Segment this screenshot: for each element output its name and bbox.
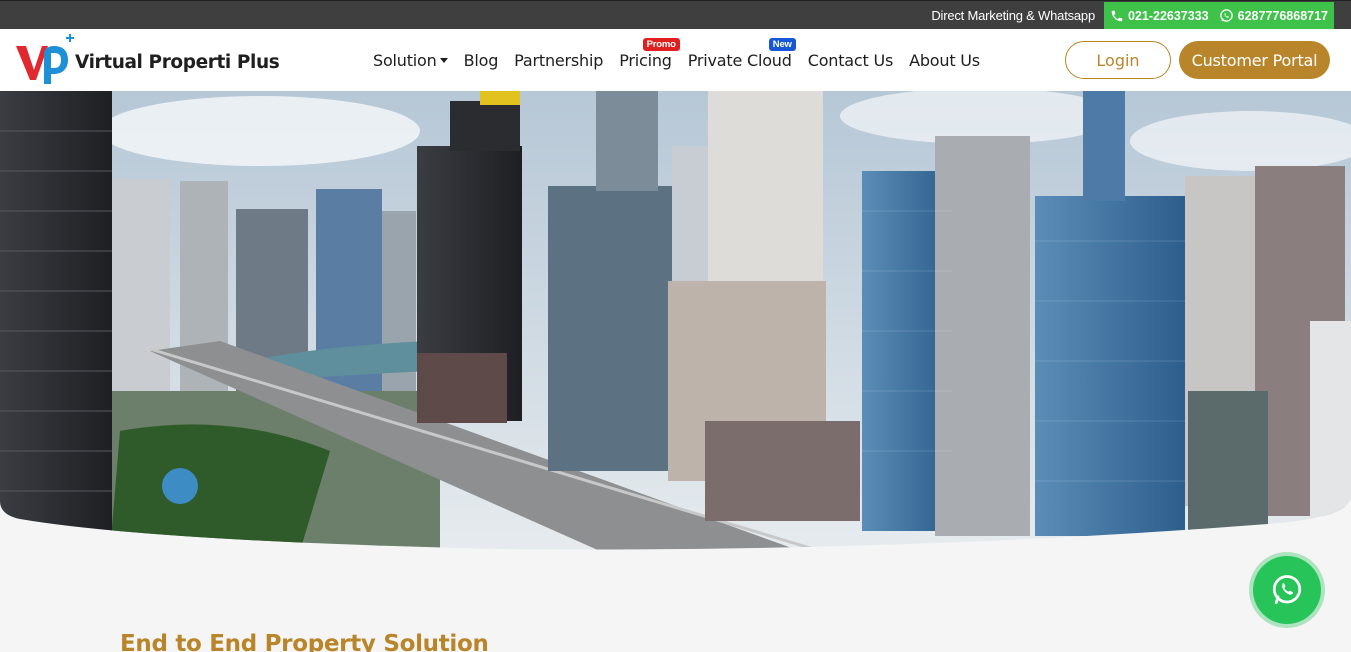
nav-pricing[interactable]: Pricing Promo (619, 38, 680, 70)
chevron-down-icon (439, 58, 448, 63)
direct-marketing-label: Direct Marketing & Whatsapp (931, 8, 1095, 23)
main-nav: Solution Blog Partnership Pricing Promo P… (373, 38, 996, 70)
nav-solution-label: Solution (373, 51, 437, 70)
contact-links: 021-22637333 6287776868717 (1103, 2, 1334, 29)
nav-private-cloud[interactable]: Private Cloud New (687, 38, 796, 70)
whatsapp-icon (1272, 575, 1302, 605)
customer-portal-button[interactable]: Customer Portal (1179, 41, 1330, 79)
nav-about-us[interactable]: About Us (909, 51, 980, 70)
phone-link[interactable]: 021-22637333 (1110, 9, 1209, 23)
whatsapp-small-icon (1219, 9, 1233, 22)
promo-badge: Promo (642, 38, 680, 51)
whatsapp-chat-button[interactable] (1253, 556, 1321, 624)
logo-text: Virtual Properti Plus (75, 52, 280, 73)
vp-logo-icon (16, 34, 74, 84)
nav-private-cloud-label: Private Cloud (687, 51, 792, 70)
phone-number: 021-22637333 (1127, 8, 1209, 23)
phone-icon (1111, 10, 1123, 21)
top-contact-bar: Direct Marketing & Whatsapp 021-22637333… (0, 0, 1351, 29)
nav-partnership[interactable]: Partnership (514, 51, 603, 70)
nav-solution[interactable]: Solution (373, 51, 448, 70)
nav-blog[interactable]: Blog (464, 51, 499, 70)
whatsapp-number: 6287776868717 (1237, 8, 1328, 23)
hero-banner (0, 91, 1351, 551)
nav-contact-us[interactable]: Contact Us (807, 51, 894, 70)
nav-contact-us-label: Contact Us (807, 51, 894, 70)
new-badge: New (768, 38, 796, 51)
city-skyline-image (0, 91, 1351, 550)
site-logo[interactable]: Virtual Properti Plus (14, 32, 280, 88)
whatsapp-link[interactable]: 6287776868717 (1219, 8, 1328, 23)
nav-partnership-label: Partnership (514, 51, 604, 70)
nav-pricing-label: Pricing (619, 51, 672, 70)
main-header: Virtual Properti Plus Solution Blog Part… (0, 29, 1351, 91)
section-title: End to End Property Solution (120, 631, 489, 652)
nav-about-us-label: About Us (909, 51, 980, 70)
nav-blog-label: Blog (463, 51, 499, 70)
login-button[interactable]: Login (1065, 41, 1171, 79)
